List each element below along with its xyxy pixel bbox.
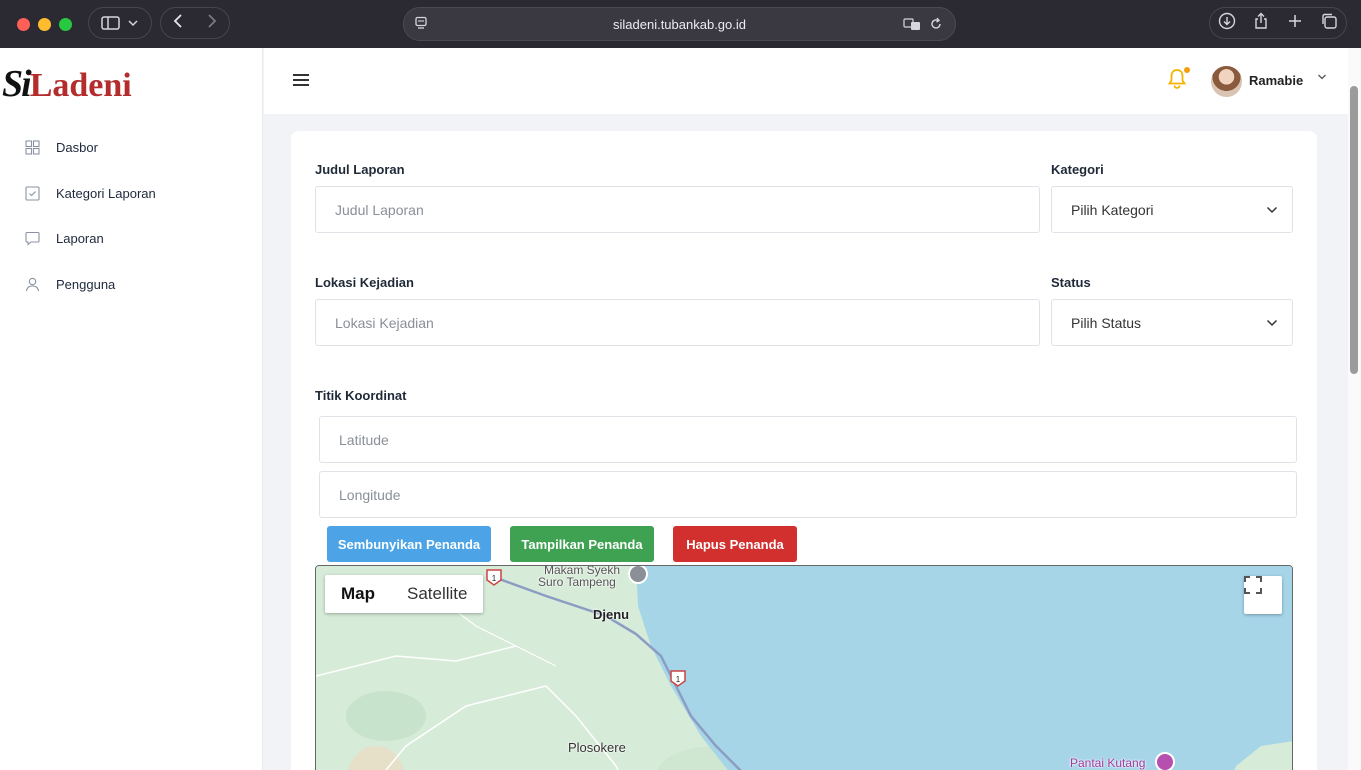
kategori-select[interactable]: Pilih Kategori (1051, 186, 1293, 233)
sidebar-item-laporan[interactable]: Laporan (0, 216, 263, 262)
sidebar-item-label: Kategori Laporan (56, 185, 156, 201)
window-controls (17, 17, 72, 31)
back-button[interactable] (161, 13, 195, 33)
map-label-makam-2: Suro Tampeng (538, 575, 616, 589)
lokasi-kejadian-input[interactable] (335, 300, 1039, 345)
chevron-left-icon (173, 13, 182, 28)
latitude-field[interactable] (319, 416, 1297, 463)
judul-laporan-field[interactable] (315, 186, 1040, 233)
share-icon[interactable] (1250, 12, 1272, 34)
fullscreen-icon (1244, 576, 1262, 594)
download-icon[interactable] (1216, 12, 1238, 34)
hide-marker-button[interactable]: Sembunyikan Penanda (327, 526, 491, 562)
checkbox-icon (24, 185, 40, 201)
new-tab-icon[interactable] (1284, 13, 1306, 33)
app-window: Si Ladeni Dasbor Kategori Laporan Laporan (0, 48, 1361, 770)
address-bar[interactable]: siladeni.tubankab.go.id (403, 7, 956, 41)
sidebar-item-dasbor[interactable]: Dasbor (0, 125, 263, 171)
hamburger-menu-icon[interactable] (293, 74, 309, 89)
minimize-window-button[interactable] (38, 17, 51, 31)
judul-laporan-label: Judul Laporan (315, 162, 405, 177)
sidebar-item-label: Laporan (56, 231, 104, 247)
map-type-satellite-button[interactable]: Satellite (391, 575, 483, 613)
kategori-label: Kategori (1051, 162, 1104, 177)
longitude-field[interactable] (319, 471, 1297, 518)
titik-koordinat-label: Titik Koordinat (315, 388, 407, 403)
kategori-selected-value: Pilih Kategori (1071, 201, 1154, 218)
status-selected-value: Pilih Status (1071, 314, 1142, 331)
message-icon (24, 231, 40, 247)
latitude-input[interactable] (339, 417, 1296, 462)
reload-icon[interactable] (929, 17, 943, 31)
avatar[interactable] (1211, 66, 1242, 97)
sidebar-menu: Dasbor Kategori Laporan Laporan Pengguna (0, 125, 263, 307)
sidebar-icon (101, 16, 138, 30)
status-select[interactable]: Pilih Status (1051, 299, 1293, 346)
page-scrollbar[interactable] (1348, 48, 1361, 770)
map-label-pantai-kutang: Pantai Kutang (1070, 756, 1146, 770)
sidebar-item-label: Dasbor (56, 140, 98, 156)
history-navigation (160, 7, 230, 39)
delete-marker-button[interactable]: Hapus Penanda (673, 526, 797, 562)
sidebar-item-kategori-laporan[interactable]: Kategori Laporan (0, 171, 263, 217)
chevron-down-icon (1266, 203, 1278, 217)
grid-icon (24, 140, 40, 156)
judul-laporan-input[interactable] (335, 187, 1039, 232)
longitude-input[interactable] (339, 472, 1296, 517)
url-text: siladeni.tubankab.go.id (613, 16, 746, 32)
map-label-plosokere: Plosokere (568, 740, 626, 755)
lokasi-kejadian-field[interactable] (315, 299, 1040, 346)
road-number: 1 (492, 574, 497, 583)
road-number: 1 (676, 675, 681, 684)
chevron-down-icon (1266, 316, 1278, 330)
map-type-control: Map Satellite (325, 575, 484, 613)
scrollbar-thumb[interactable] (1350, 86, 1358, 374)
sidebar-item-label: Pengguna (56, 276, 116, 292)
poi-marker-icon (1155, 752, 1175, 770)
notification-badge (1184, 67, 1190, 73)
user-icon (24, 276, 40, 292)
page-settings-icon[interactable] (414, 16, 428, 33)
forward-button[interactable] (195, 13, 229, 33)
chevron-right-icon (208, 13, 217, 28)
show-marker-button[interactable]: Tampilkan Penanda (510, 526, 654, 562)
brand-name: Ladeni (29, 67, 132, 104)
brand-prefix: Si (2, 63, 32, 105)
brand-logo[interactable]: Si Ladeni (2, 62, 132, 106)
map-label-djenu: Djenu (593, 607, 630, 622)
sidebar-item-pengguna[interactable]: Pengguna (0, 262, 263, 308)
chevron-down-icon[interactable] (1317, 72, 1327, 84)
status-label: Status (1051, 275, 1091, 290)
lokasi-kejadian-label: Lokasi Kejadian (315, 275, 414, 290)
close-window-button[interactable] (17, 17, 30, 31)
browser-toolbar: siladeni.tubankab.go.id (0, 0, 1361, 48)
user-name[interactable]: Ramabie (1249, 73, 1303, 88)
notification-bell-icon[interactable] (1167, 67, 1190, 96)
fullscreen-button[interactable] (1244, 576, 1282, 614)
translate-icon[interactable] (903, 17, 921, 31)
browser-actions (1209, 7, 1347, 39)
report-form-card: Judul Laporan Kategori Pilih Kategori Lo… (291, 131, 1317, 770)
tab-overview-icon[interactable] (1318, 12, 1340, 34)
browser-sidebar-toggle[interactable] (88, 7, 152, 39)
zoom-window-button[interactable] (59, 17, 72, 31)
location-map[interactable]: 1 1 Map Satellite Makam Syekh Suro Tampe… (315, 565, 1293, 770)
sidebar: Si Ladeni Dasbor Kategori Laporan Laporan (0, 48, 263, 770)
map-type-map-button[interactable]: Map (325, 575, 391, 613)
landmark-marker-icon (628, 566, 648, 584)
downloads-share-group (1209, 7, 1347, 39)
top-header: Ramabie (264, 48, 1348, 114)
